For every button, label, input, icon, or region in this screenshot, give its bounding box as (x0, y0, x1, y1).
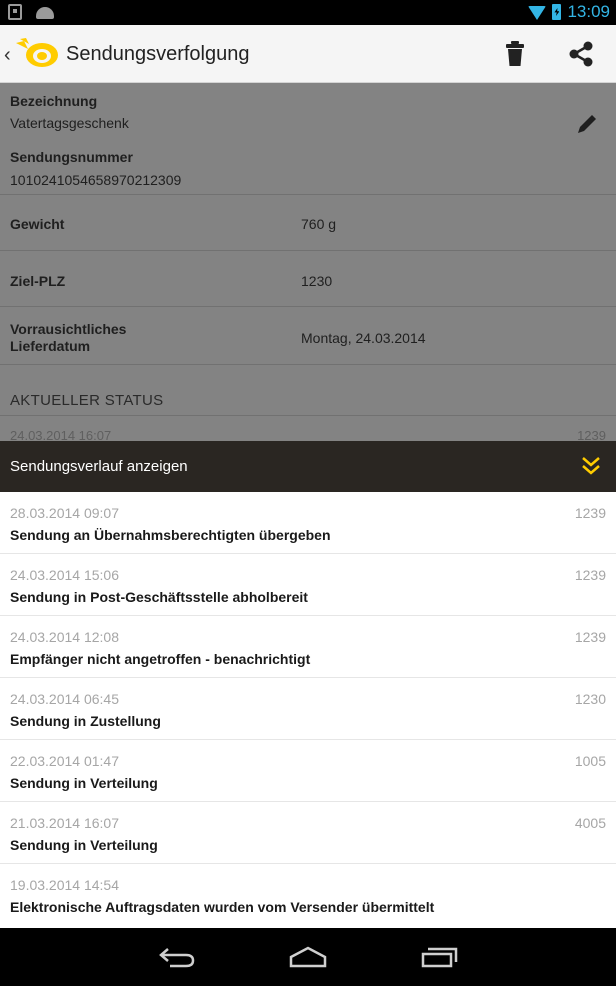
history-status: Sendung in Post-Geschäftsstelle abholber… (10, 589, 308, 605)
history-status: Sendung in Verteilung (10, 837, 158, 853)
history-code: 4005 (574, 815, 606, 831)
sendungsnummer-row: Sendungsnummer 1010241054658970212309 (0, 139, 616, 195)
history-date: 22.03.2014 01:47 (10, 753, 119, 769)
zielplz-row: Ziel-PLZ 1230 (0, 251, 616, 307)
history-item[interactable]: 21.03.2014 16:07 4005 Sendung in Verteil… (0, 802, 616, 864)
gewicht-value: 760 g (301, 216, 337, 232)
history-item[interactable]: 24.03.2014 15:06 1239 Sendung in Post-Ge… (0, 554, 616, 616)
bezeichnung-label: Bezeichnung (10, 93, 98, 109)
shipment-details: Bezeichnung Vatertagsgeschenk Sendungsnu… (0, 83, 616, 443)
history-code: 1239 (574, 505, 606, 521)
history-date: 19.03.2014 14:54 (10, 877, 119, 893)
share-icon[interactable] (568, 41, 594, 72)
sendungsnummer-label: Sendungsnummer (10, 149, 133, 165)
lieferdatum-label-line1: Vorrausichtliches (10, 321, 127, 337)
gewicht-label: Gewicht (10, 216, 65, 232)
page-title: Sendungsverfolgung (66, 43, 250, 65)
bezeichnung-value: Vatertagsgeschenk (10, 115, 129, 131)
history-item[interactable]: 22.03.2014 01:47 1005 Sendung in Verteil… (0, 740, 616, 802)
history-status: Elektronische Auftragsdaten wurden vom V… (10, 899, 435, 915)
history-status: Sendung in Zustellung (10, 713, 161, 729)
status-time: 13:09 (567, 2, 610, 21)
home-nav-icon[interactable] (288, 946, 328, 973)
wifi-icon (528, 6, 547, 20)
post-horn-logo[interactable] (14, 37, 60, 74)
history-date: 24.03.2014 06:45 (10, 691, 119, 707)
history-code: 1239 (574, 567, 606, 583)
history-code: 1005 (574, 753, 606, 769)
back-nav-icon[interactable] (158, 946, 196, 973)
history-date: 28.03.2014 09:07 (10, 505, 119, 521)
history-item[interactable]: 24.03.2014 06:45 1230 Sendung in Zustell… (0, 678, 616, 740)
show-history-label: Sendungsverlauf anzeigen (10, 458, 188, 475)
history-item[interactable]: 24.03.2014 12:08 1239 Empfänger nicht an… (0, 616, 616, 678)
zielplz-value: 1230 (301, 273, 333, 289)
battery-charging-icon (552, 4, 562, 20)
lieferdatum-value: Montag, 24.03.2014 (301, 330, 426, 346)
back-caret-icon[interactable]: ‹ (4, 44, 11, 67)
recents-nav-icon[interactable] (420, 946, 460, 973)
history-date: 24.03.2014 12:08 (10, 629, 119, 645)
status-bar: 13:09 (0, 0, 616, 25)
edit-pencil-icon[interactable] (576, 113, 598, 140)
aktueller-status-header: AKTUELLER STATUS (10, 392, 164, 409)
action-bar: ‹ Sendungsverfolgung (0, 25, 616, 83)
navigation-bar (0, 928, 616, 986)
bezeichnung-row: Bezeichnung Vatertagsgeschenk (0, 83, 616, 139)
sim-notification-icon (8, 4, 22, 20)
show-history-bar[interactable]: Sendungsverlauf anzeigen (0, 441, 616, 492)
history-code: 1239 (574, 629, 606, 645)
history-list[interactable]: 28.03.2014 09:07 1239 Sendung an Übernah… (0, 492, 616, 928)
history-status: Empfänger nicht angetroffen - benachrich… (10, 651, 311, 667)
lieferdatum-label-line2: Lieferdatum (10, 338, 91, 354)
zielplz-label: Ziel-PLZ (10, 273, 66, 289)
lieferdatum-row: Vorrausichtliches Lieferdatum Montag, 24… (0, 307, 616, 365)
trash-icon[interactable] (505, 41, 525, 72)
history-item[interactable]: 19.03.2014 14:54 Elektronische Auftragsd… (0, 864, 616, 928)
sendungsnummer-value: 1010241054658970212309 (10, 172, 182, 188)
history-date: 24.03.2014 15:06 (10, 567, 119, 583)
status-divider (0, 415, 616, 416)
history-status: Sendung an Übernahmsberechtigten übergeb… (10, 527, 331, 543)
history-date: 21.03.2014 16:07 (10, 815, 119, 831)
history-code: 1230 (574, 691, 606, 707)
double-chevron-down-icon[interactable] (580, 455, 602, 482)
gewicht-row: Gewicht 760 g (0, 195, 616, 251)
android-notification-icon (36, 7, 54, 19)
history-status: Sendung in Verteilung (10, 775, 158, 791)
history-item[interactable]: 28.03.2014 09:07 1239 Sendung an Übernah… (0, 492, 616, 554)
